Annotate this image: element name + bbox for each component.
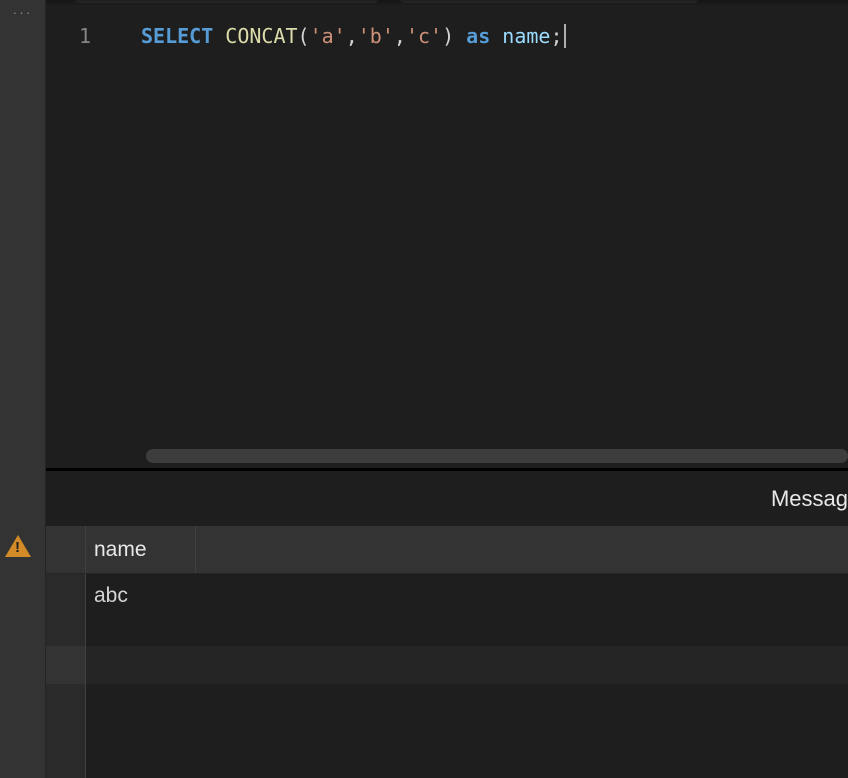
column-header[interactable]: name xyxy=(86,526,196,573)
token-keyword: as xyxy=(466,24,490,48)
overflow-dots-icon[interactable]: ··· xyxy=(13,4,33,20)
line-number: 1 xyxy=(46,24,91,48)
token-string: 'c' xyxy=(406,24,442,48)
horizontal-scrollbar[interactable] xyxy=(146,449,848,463)
top-shadow xyxy=(46,0,848,6)
token-comma: , xyxy=(394,24,406,48)
warning-icon[interactable]: ! xyxy=(5,535,31,557)
row-selector-header[interactable] xyxy=(46,526,86,573)
token-paren: ( xyxy=(298,24,310,48)
token-identifier: name xyxy=(502,24,550,48)
row-selector-empty xyxy=(46,646,86,684)
results-header-row: name xyxy=(46,526,848,574)
main-area: 1 SELECT CONCAT('a','b','c') as name; Me… xyxy=(45,0,848,778)
empty-row xyxy=(46,646,848,684)
code-content[interactable]: SELECT CONCAT('a','b','c') as name; xyxy=(109,0,848,468)
table-row[interactable]: abc xyxy=(46,574,848,646)
token-paren: ) xyxy=(442,24,454,48)
results-tabs: Messag xyxy=(46,471,848,526)
token-function: CONCAT xyxy=(225,24,297,48)
token-comma: , xyxy=(346,24,358,48)
cell-value[interactable]: abc xyxy=(86,574,128,646)
text-cursor xyxy=(564,24,566,48)
results-grid: name abc xyxy=(46,526,848,778)
token-keyword: SELECT xyxy=(141,24,213,48)
results-panel: Messag name abc xyxy=(46,471,848,778)
row-selector[interactable] xyxy=(46,574,86,646)
line-gutter: 1 xyxy=(46,0,109,468)
token-semicolon: ; xyxy=(550,24,562,48)
activity-bar: ··· ! xyxy=(0,0,45,778)
row-gutter-empty xyxy=(46,684,86,778)
token-string: 'b' xyxy=(358,24,394,48)
editor[interactable]: 1 SELECT CONCAT('a','b','c') as name; xyxy=(46,0,848,468)
tab-messages[interactable]: Messag xyxy=(771,486,848,512)
results-empty-area xyxy=(46,684,848,778)
token-string: 'a' xyxy=(310,24,346,48)
